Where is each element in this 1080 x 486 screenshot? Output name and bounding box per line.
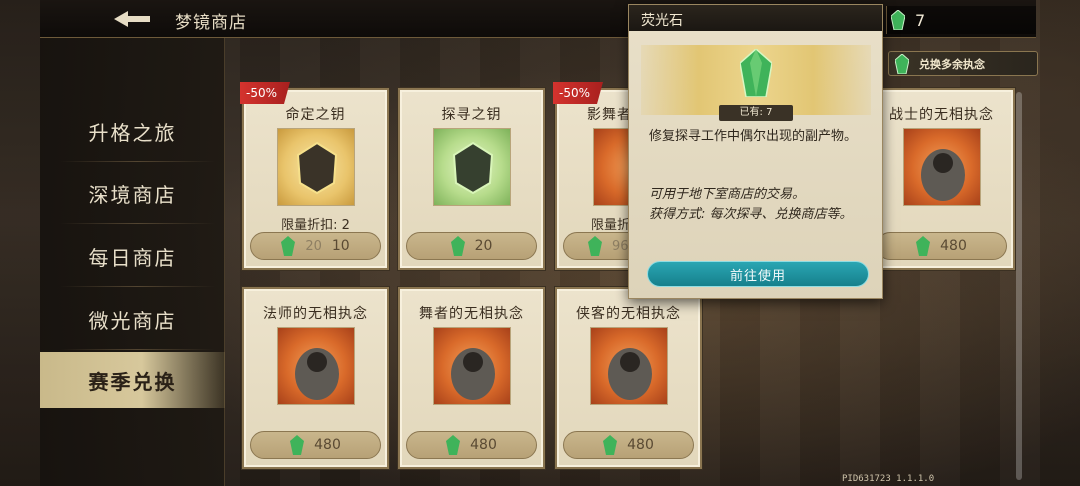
green-gem-icon [588,236,602,256]
usage-text: 可用于地下室商店的交易。 [649,187,806,202]
sidebar-item-deep-shop[interactable]: 深境商店 [40,162,225,224]
price-value: 480 [627,437,654,453]
sidebar-item-label: 升格之旅 [88,120,177,145]
sidebar-item-label: 微光商店 [88,308,177,333]
page-title: 梦镜商店 [175,13,247,33]
green-gem-icon [895,53,909,74]
back-button[interactable] [110,6,154,32]
item-description: 修复探寻工作中偶尔出现的副产物。 [649,129,858,144]
back-arrow-icon [114,11,150,27]
shop-card[interactable]: 法师的无相执念 480 [242,287,389,469]
divider [60,286,215,287]
item-detail-popup: 荧光石 已有: 7 修复探寻工作中偶尔出现的副产物。 可用于地下室商店的交易。 … [628,4,883,299]
sidebar-item-ascension[interactable]: 升格之旅 [40,100,225,162]
item-name: 命定之钥 [285,107,346,123]
scrollbar[interactable] [1016,92,1022,480]
item-usage: 可用于地下室商店的交易。 获得方式: 每次探寻、兑换商店等。 [649,185,874,225]
sidebar-item-label: 深境商店 [88,182,177,207]
green-gem-icon [891,10,905,30]
currency-amount: 7 [915,10,926,30]
sidebar-item-label: 赛季兑换 [88,369,177,394]
divider [60,349,215,350]
warrior-obsession-icon [903,128,981,206]
old-price: 96 [612,238,629,254]
sidebar: 升格之旅 深境商店 每日商店 微光商店 赛季兑换 [40,38,225,486]
item-name: 法师的无相执念 [263,306,368,322]
price-value: 10 [331,238,350,254]
sidebar-item-glimmer-shop[interactable]: 微光商店 [40,288,225,350]
glowstone-icon [740,49,772,97]
discount-badge: -50% [553,82,603,104]
green-gem-icon [281,236,296,256]
popup-title: 荧光石 [629,5,882,31]
discount-badge: -50% [240,82,290,104]
shop-card[interactable]: 探寻之钥 20 [398,88,545,270]
seek-key-icon [433,128,511,206]
price-button[interactable]: 480 [563,431,694,459]
price-button[interactable]: 480 [876,232,1007,260]
shop-card[interactable]: 战士的无相执念 480 [868,88,1015,270]
green-gem-icon [446,435,461,455]
source-text: 获得方式: 每次探寻、兑换商店等。 [649,207,853,222]
sidebar-item-season-exchange[interactable]: 赛季兑换 [40,352,225,408]
go-use-button[interactable]: 前往使用 [647,261,869,287]
sidebar-item-label: 每日商店 [88,245,177,270]
shop-card[interactable]: -50% 命定之钥 限量折扣: 2 20 10 [240,82,389,270]
item-name: 舞者的无相执念 [419,306,524,322]
price-value: 20 [474,238,493,254]
old-price: 20 [305,238,322,254]
exchange-excess-button[interactable]: 兑换多余执念 [888,51,1038,76]
price-value: 480 [940,238,967,254]
item-name: 探寻之钥 [441,107,502,123]
price-value: 480 [314,437,341,453]
price-button[interactable]: 480 [250,431,381,459]
destiny-key-icon [277,128,355,206]
build-id: PID631723 1.1.1.0 [842,474,935,484]
price-button[interactable]: 480 [406,431,537,459]
item-name: 侠客的无相执念 [576,306,681,322]
green-gem-icon [603,435,618,455]
mage-obsession-icon [277,327,355,405]
price-button[interactable]: 20 [406,232,537,260]
item-name: 战士的无相执念 [889,107,994,123]
green-gem-icon [290,435,305,455]
shop-card[interactable]: 侠客的无相执念 480 [555,287,702,469]
currency-display: 7 [886,6,1036,34]
dancer-obsession-icon [433,327,511,405]
sidebar-item-daily-shop[interactable]: 每日商店 [40,225,225,287]
price-value: 480 [470,437,497,453]
ranger-obsession-icon [590,327,668,405]
price-button[interactable]: 20 10 [250,232,381,260]
green-gem-icon [450,236,465,256]
owned-count: 已有: 7 [719,105,793,121]
shop-card[interactable]: 舞者的无相执念 480 [398,287,545,469]
limit-text: 限量折扣: 2 [281,218,350,233]
green-gem-icon [916,236,931,256]
exchange-label: 兑换多余执念 [919,57,985,71]
divider [60,223,215,224]
